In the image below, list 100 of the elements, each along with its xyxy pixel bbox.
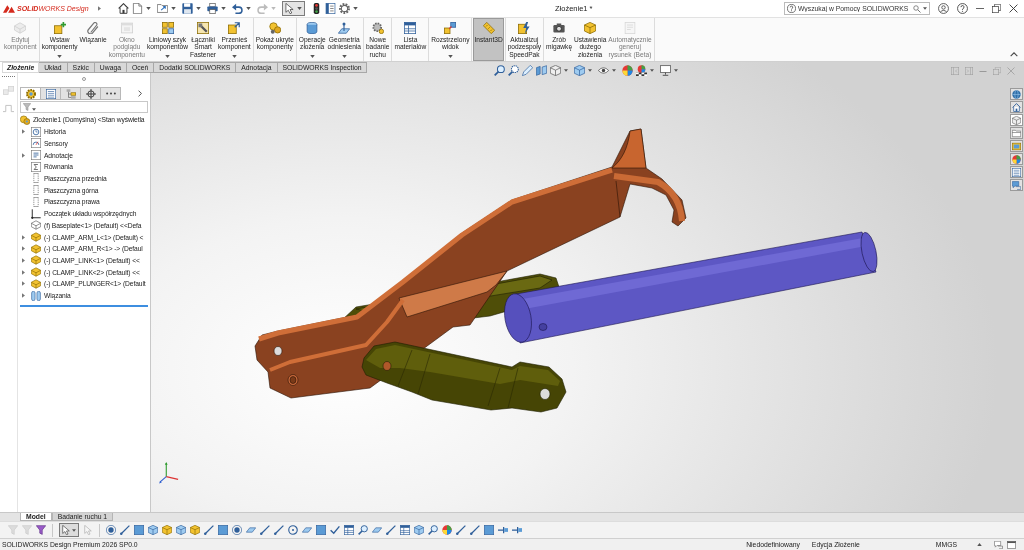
connector-icon[interactable] — [512, 525, 522, 535]
cube-icon[interactable] — [176, 525, 186, 535]
logo-mark-icon — [3, 4, 15, 13]
caret-icon[interactable] — [22, 269, 25, 275]
filter-field[interactable] — [20, 101, 148, 113]
box-icon — [31, 243, 41, 254]
caret-icon[interactable] — [977, 543, 982, 546]
panel-tab[interactable] — [20, 87, 41, 100]
plane-icon[interactable] — [246, 525, 256, 535]
window-icon[interactable] — [1007, 540, 1016, 549]
cube-icon[interactable] — [574, 65, 585, 76]
caret-icon[interactable] — [170, 7, 176, 10]
chevron-up-icon[interactable] — [1010, 52, 1018, 57]
caret-icon[interactable] — [220, 7, 226, 10]
panel-tab[interactable] — [40, 87, 61, 100]
crosshair-icon — [85, 88, 96, 99]
funnel-icon[interactable] — [36, 525, 46, 535]
task-pane-tab[interactable] — [1010, 101, 1023, 113]
caret-icon — [72, 528, 76, 532]
task-pane-tab[interactable] — [1010, 127, 1023, 139]
line-icon[interactable] — [274, 525, 284, 535]
caret-icon[interactable] — [195, 7, 201, 10]
task-pane-tab[interactable] — [1010, 88, 1023, 100]
cube-icon[interactable] — [162, 525, 172, 535]
speech-bubble-icon[interactable] — [994, 540, 1003, 549]
table-icon[interactable] — [400, 525, 410, 535]
magnifier-icon[interactable] — [508, 65, 519, 76]
task-pane-tab[interactable] — [1010, 153, 1023, 165]
speech-bubble-icon — [1012, 180, 1021, 190]
task-pane-tab[interactable] — [1010, 140, 1023, 152]
caret-icon[interactable] — [145, 7, 151, 10]
restore-icon[interactable] — [992, 4, 1001, 13]
caret-icon[interactable] — [22, 234, 25, 240]
axis-triad-icon[interactable] — [159, 462, 179, 484]
caret-icon — [341, 55, 347, 58]
magnifier-icon[interactable] — [494, 65, 505, 76]
eye-icon[interactable] — [598, 65, 609, 76]
help-icon[interactable] — [957, 3, 968, 14]
undo-arrow-icon[interactable] — [231, 3, 243, 14]
caret-icon[interactable] — [650, 69, 654, 72]
gear-icon — [371, 22, 384, 34]
panel-tab[interactable] — [80, 87, 101, 100]
line-icon[interactable] — [204, 525, 214, 535]
caret-icon[interactable] — [22, 152, 25, 158]
rollback-bar[interactable] — [20, 304, 148, 307]
task-pane-tab[interactable] — [1010, 179, 1023, 191]
connector-icon[interactable] — [498, 525, 508, 535]
folder-icon[interactable] — [156, 3, 168, 14]
sphere-icon[interactable] — [636, 65, 647, 76]
grip-handle[interactable] — [2, 76, 15, 77]
user-icon[interactable] — [938, 3, 949, 14]
plane-icon[interactable] — [372, 525, 382, 535]
magnifier-icon[interactable] — [358, 525, 368, 535]
caret-icon[interactable] — [352, 7, 358, 10]
document-icon[interactable] — [324, 3, 336, 14]
note-icon — [31, 150, 41, 160]
window-icon — [120, 22, 133, 34]
close-icon[interactable] — [1009, 4, 1018, 13]
line-icon[interactable] — [470, 525, 480, 535]
caret-icon[interactable] — [97, 6, 101, 11]
printer-icon[interactable] — [206, 3, 218, 14]
magnifier-icon[interactable] — [428, 525, 438, 535]
line-icon[interactable] — [456, 525, 466, 535]
task-pane-tab[interactable] — [1010, 166, 1023, 178]
caret-icon[interactable] — [22, 258, 25, 263]
check-icon[interactable] — [330, 525, 340, 535]
circle-icon[interactable] — [288, 525, 298, 535]
gear-icon[interactable] — [338, 3, 350, 14]
box-icon — [31, 267, 41, 278]
caret-icon[interactable] — [564, 69, 568, 72]
panel-tab[interactable] — [100, 87, 121, 100]
point-icon[interactable] — [232, 525, 242, 535]
caret-icon[interactable] — [245, 7, 251, 10]
caret-icon[interactable] — [22, 281, 25, 287]
cube-icon[interactable] — [190, 525, 200, 535]
box-icon — [31, 278, 41, 289]
line-icon[interactable] — [260, 525, 270, 535]
home-icon[interactable] — [117, 3, 129, 14]
monitor-icon[interactable] — [660, 65, 671, 76]
split-block-icon[interactable] — [536, 65, 547, 76]
plane-icon[interactable] — [302, 525, 312, 535]
line-icon[interactable] — [120, 525, 130, 535]
caret-icon[interactable] — [612, 69, 616, 72]
point-icon[interactable] — [106, 525, 116, 535]
cube-icon[interactable] — [414, 525, 424, 535]
pencil-icon[interactable] — [522, 65, 533, 76]
caret-icon[interactable] — [22, 246, 25, 252]
caret-icon[interactable] — [674, 69, 678, 72]
cylinder-icon — [306, 22, 319, 34]
table-icon[interactable] — [344, 525, 354, 535]
chevron-right-icon[interactable] — [138, 90, 142, 97]
cube-icon[interactable] — [550, 65, 561, 76]
cube-icon[interactable] — [148, 525, 158, 535]
caret-icon[interactable] — [22, 129, 25, 135]
caret-icon[interactable] — [22, 293, 25, 299]
caret-icon[interactable] — [588, 69, 592, 72]
select-button[interactable] — [281, 1, 305, 16]
select-button[interactable] — [59, 523, 79, 537]
line-icon[interactable] — [386, 525, 396, 535]
task-pane-tab[interactable] — [1010, 114, 1023, 126]
